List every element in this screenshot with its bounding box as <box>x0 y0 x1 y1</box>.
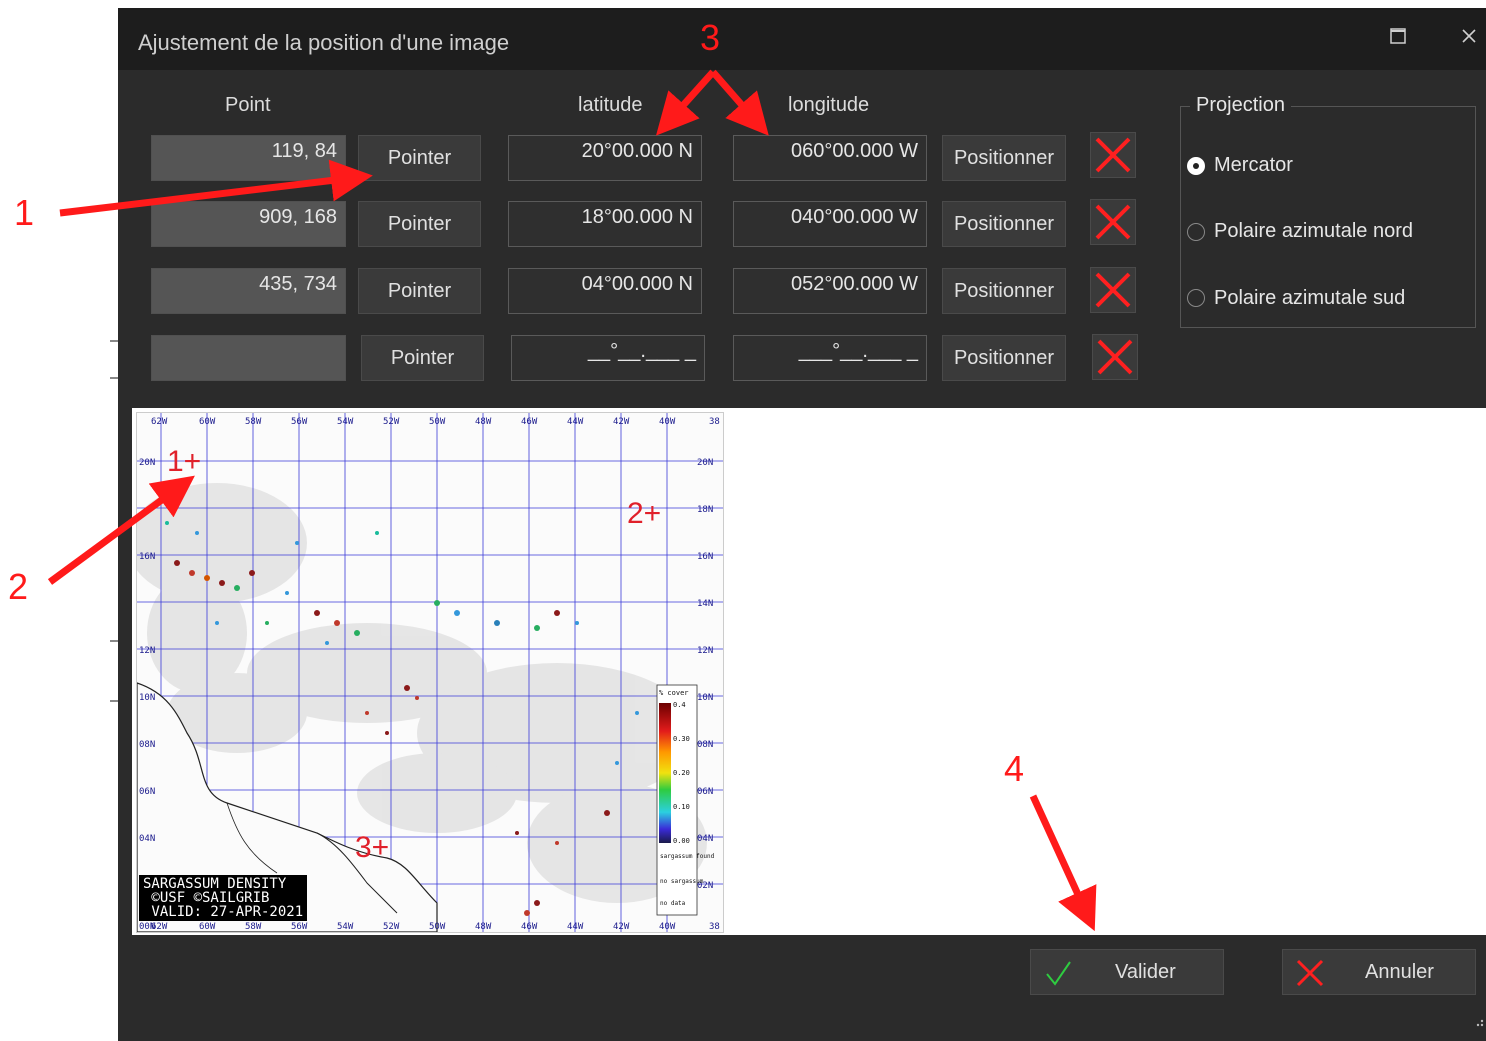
annotation-arrows <box>47 69 1097 932</box>
arrow-3b <box>710 69 769 136</box>
arrow-2 <box>47 475 195 585</box>
arrow-3a <box>655 69 716 136</box>
arrow-4 <box>1029 794 1097 932</box>
arrow-1 <box>59 159 373 217</box>
